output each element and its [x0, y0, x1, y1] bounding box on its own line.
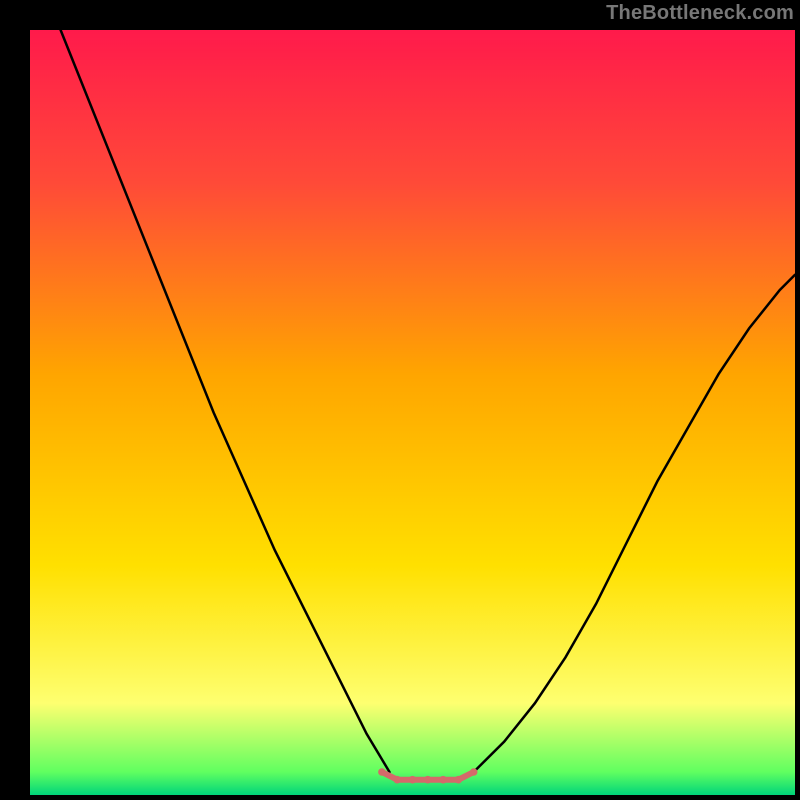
flat-bottom-dot: [409, 776, 417, 784]
flat-bottom-dot: [439, 776, 447, 784]
flat-bottom-dot: [455, 776, 463, 784]
chart-svg: [0, 0, 800, 800]
plot-background: [30, 30, 795, 795]
watermark-label: TheBottleneck.com: [606, 2, 794, 25]
flat-bottom-dot: [470, 768, 478, 776]
flat-bottom-dot: [393, 776, 401, 784]
flat-bottom-dot: [424, 776, 432, 784]
chart-stage: TheBottleneck.com: [0, 0, 800, 800]
flat-bottom-dot: [378, 768, 386, 776]
